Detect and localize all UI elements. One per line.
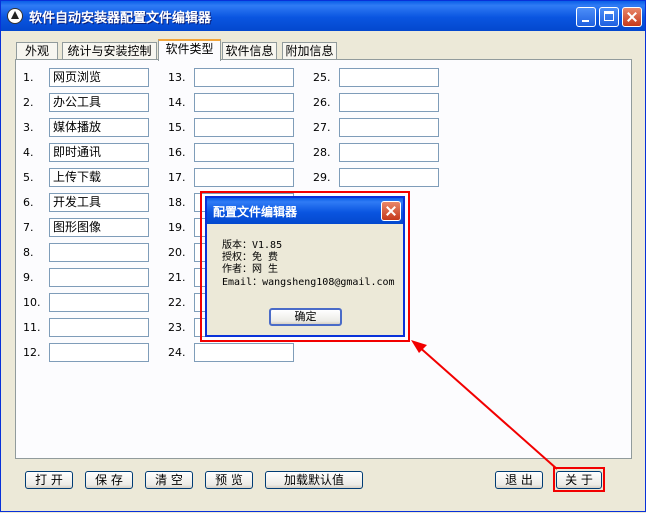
dialog-ok-button[interactable]: 确定 bbox=[269, 308, 342, 326]
dialog-title-bar[interactable]: 配置文件编辑器 bbox=[207, 198, 403, 224]
about-dialog: 配置文件编辑器 版本：V1.85 授权：免 费 作者：网 生 Email：wan… bbox=[205, 196, 405, 337]
dialog-close-button[interactable] bbox=[381, 201, 401, 221]
dialog-email: Email：wangsheng108@gmail.com bbox=[222, 277, 395, 288]
arrow-line bbox=[416, 344, 558, 470]
main-window: 软件自动安装器配置文件编辑器 外观 统计与安装控制 软件类型 软件信息 附加信息… bbox=[0, 0, 646, 512]
dialog-title: 配置文件编辑器 bbox=[213, 205, 298, 219]
